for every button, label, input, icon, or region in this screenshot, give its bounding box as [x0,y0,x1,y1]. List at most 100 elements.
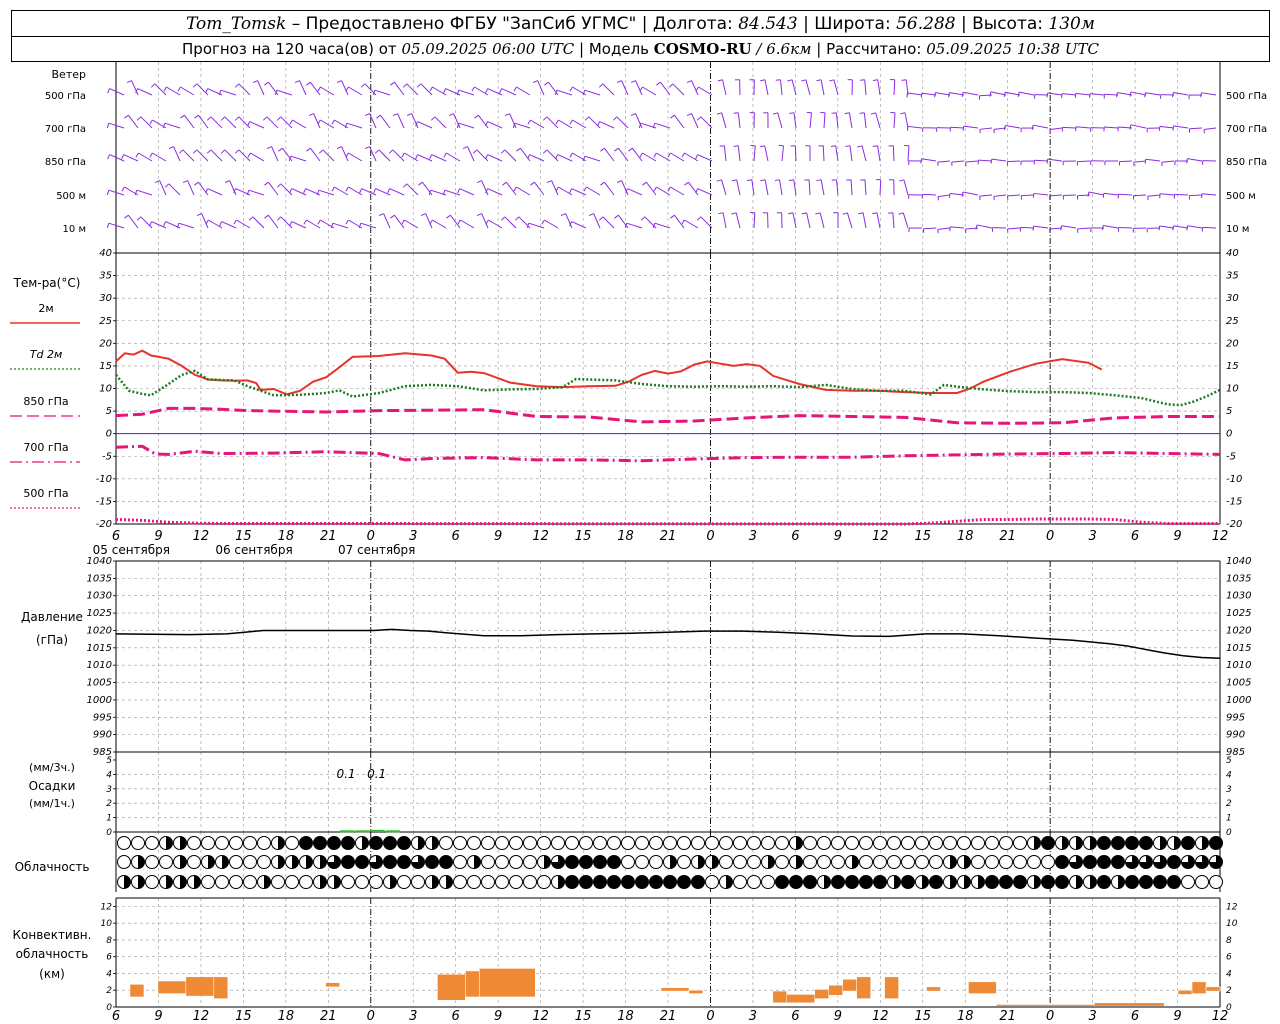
wind-barb [921,158,937,162]
wind-barb-feather [899,179,905,182]
wind-barb-feather [233,219,237,225]
wind-barb [417,121,433,129]
pressure-tick-label-right: 1035 [1226,573,1251,584]
wind-barb-feather [388,149,394,154]
time-tick-label-bottom: 18 [617,1009,634,1024]
cloud-symbol [1041,855,1055,869]
temperature-legend: 2м Td 2м 850 гПа 700 гПа 500 гПа [10,302,80,509]
cloud-symbol [677,855,691,869]
cloud-symbol [747,875,761,889]
wind-level-label-right: 10 м [1226,224,1249,235]
cloud-symbol-half [978,875,985,889]
cloud-symbol [243,836,257,850]
time-tick-label-bottom: 15 [914,1009,931,1024]
cloud-symbol [775,855,789,869]
temp-tick-label-left: -10 [96,474,112,485]
cloud-symbol [509,836,523,850]
wind-barb-feather [628,147,633,152]
convective-bar [828,984,843,996]
wind-barb [697,188,713,196]
wind-barb [632,147,643,162]
wind-barb-feather [336,80,342,84]
precip-tick-label-right: 5 [1226,756,1232,766]
date-label: 06 сентября [215,543,292,557]
wind-barb [893,79,896,96]
wind-barb-feather [124,214,129,219]
cloud-symbol [1013,875,1027,889]
convective-unit: (км) [39,967,65,981]
wind-barb-feather [416,83,422,88]
wind-barb-feather [504,113,510,117]
wind-barb [979,127,993,130]
cloud-symbol [733,855,747,869]
convective-bar [884,976,899,999]
wind-barb-feather [583,186,587,192]
cloud-symbol [593,855,607,869]
wind-barb [474,86,489,96]
wind-barb-feather [733,145,739,147]
cloud-symbol [929,855,943,869]
wind-barb [876,212,881,229]
wind-barb [1130,124,1147,129]
wind-barb [904,112,909,129]
wind-barb [389,188,405,196]
wind-barb [178,222,195,229]
cloud-symbol-half [180,875,187,889]
wind-barb [458,122,475,129]
wind-barb [397,113,405,129]
wind-barb-feather [306,147,311,152]
wind-barb [584,155,601,162]
conv-tick-label-left: 4 [106,969,112,979]
wind-barb [1018,91,1035,96]
wind-barb-feather [390,81,395,86]
wind-barb [1033,192,1049,196]
cloud-symbol [901,875,915,889]
wind-barb [823,112,826,129]
cloud-symbol [621,855,635,869]
wind-barb-feather [418,181,423,186]
cloud-symbol [607,836,621,850]
wind-barb-feather [485,219,489,225]
cloud-symbol [243,875,257,889]
wind-barb-feather [532,80,538,84]
wind-barb [425,213,433,229]
time-tick-label: 12 [193,529,210,544]
wind-barb-feather [1060,225,1062,231]
wind-barb-feather [630,113,636,117]
wind-barb-feather [373,188,377,194]
cloud-symbol [1013,836,1027,850]
wind-barb [1061,93,1077,96]
wind-barb-feather [476,213,482,217]
time-tick-label-bottom: 12 [532,1009,549,1024]
cloud-symbol [327,836,341,850]
wind-barb-feather [816,179,822,182]
wind-barb [1118,193,1133,196]
convective-bar [660,987,690,992]
cloud-symbol [1139,836,1153,850]
cloud-symbol [873,855,887,869]
wind-barb [392,149,405,162]
wind-barb [635,113,643,129]
wind-barb [168,183,181,196]
cloud-symbol [397,855,411,869]
wind-barb-feather [345,219,349,225]
wind-barb-feather [308,113,314,117]
wind-barb-feather [264,214,269,219]
wind-barb [963,125,979,129]
pressure-tick-label-left: 1010 [87,660,112,671]
wind-barb [460,219,475,229]
cloud-symbol-half [306,855,313,869]
wind-barb [530,119,545,129]
cloud-symbol [873,875,887,889]
wind-barb-feather [429,154,433,160]
wind-barb [779,179,783,196]
wind-barb [164,122,181,129]
wind-barb [1189,127,1203,130]
wind-barb [250,152,265,162]
wind-barb [393,214,405,229]
wind-barb [672,83,685,96]
cloud-symbol [691,836,705,850]
wind-barb-feather [401,152,405,158]
cloud-symbol [439,836,453,850]
wind-barb [548,81,559,96]
